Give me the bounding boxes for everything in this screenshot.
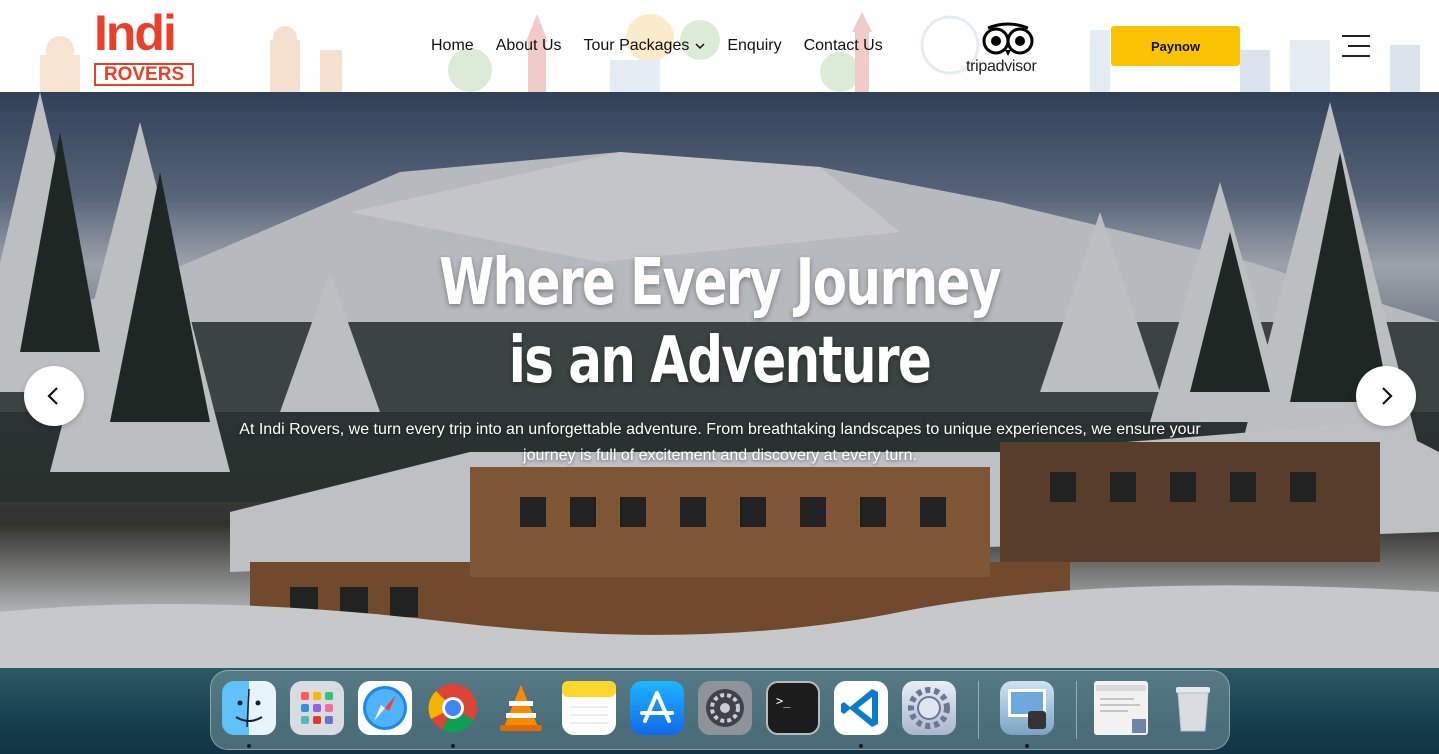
indi-rovers-logo[interactable]: Indi ROVERS: [94, 8, 194, 86]
hero-description-line-1: At Indi Rovers, we turn every trip into …: [239, 421, 1201, 438]
nav-tour-packages-link[interactable]: Tour Packages: [584, 37, 706, 55]
hamburger-menu-icon[interactable]: [1338, 33, 1370, 59]
hero-title-line-1: Where Every Journey: [439, 246, 1001, 320]
chrome-running-indicator: [451, 744, 455, 748]
carousel-prev-button[interactable]: [24, 366, 84, 426]
chevron-right-icon: [1382, 387, 1393, 405]
hero-title: Where Every Journey is an Adventure: [158, 244, 1280, 400]
logo-wordmark-top: Indi: [94, 5, 177, 61]
logo-wordmark-bottom: ROVERS: [94, 63, 194, 86]
chevron-down-icon: [695, 43, 705, 50]
tripadvisor-badge[interactable]: tripadvisor: [964, 22, 1054, 78]
hero-slider: Where Every Journey is an Adventure At I…: [0, 92, 1439, 668]
system-settings-icon[interactable]: [698, 681, 752, 735]
hero-title-line-2: is an Adventure: [508, 324, 932, 398]
carousel-next-button[interactable]: [1356, 366, 1416, 426]
paynow-button[interactable]: Paynow: [1111, 26, 1240, 66]
vscode-running-indicator: [859, 744, 863, 748]
terminal-icon[interactable]: >_: [766, 681, 820, 735]
safari-icon[interactable]: [358, 681, 412, 735]
trash-icon[interactable]: [1166, 681, 1220, 735]
hero-description-line-2: journey is full of excitement and discov…: [523, 447, 917, 464]
site-header: Indi ROVERS Home About Us Tour Packages …: [0, 0, 1439, 92]
tripadvisor-owl-icon: [982, 22, 1034, 56]
hero-description: At Indi Rovers, we turn every trip into …: [230, 417, 1210, 469]
tripadvisor-label: tripadvisor: [966, 58, 1037, 75]
system-preferences-gear-icon[interactable]: [902, 681, 956, 735]
nav-enquiry-link[interactable]: Enquiry: [727, 37, 781, 55]
finder-icon[interactable]: [222, 681, 276, 735]
chrome-icon[interactable]: [426, 681, 480, 735]
vlc-icon[interactable]: [494, 681, 548, 735]
finder-running-indicator: [247, 744, 251, 748]
main-navigation: Home About Us Tour Packages Enquiry Cont…: [420, 0, 894, 92]
nav-tour-packages-label: Tour Packages: [583, 37, 690, 54]
notes-icon[interactable]: [562, 681, 616, 735]
preview-running-indicator: [1025, 744, 1029, 748]
dock-separator: [1076, 681, 1077, 739]
app-store-icon[interactable]: [630, 681, 684, 735]
preview-icon[interactable]: [1000, 681, 1054, 735]
macos-dock: >_: [210, 670, 1230, 750]
nav-about-link[interactable]: About Us: [496, 37, 562, 55]
vscode-icon[interactable]: [834, 681, 888, 735]
nav-home-link[interactable]: Home: [431, 37, 474, 55]
chevron-left-icon: [47, 387, 58, 405]
launchpad-icon[interactable]: [290, 681, 344, 735]
nav-contact-link[interactable]: Contact Us: [804, 37, 883, 55]
svg-text:>_: >_: [776, 694, 791, 708]
dock-separator: [978, 681, 979, 739]
document-window-icon[interactable]: [1094, 681, 1148, 735]
